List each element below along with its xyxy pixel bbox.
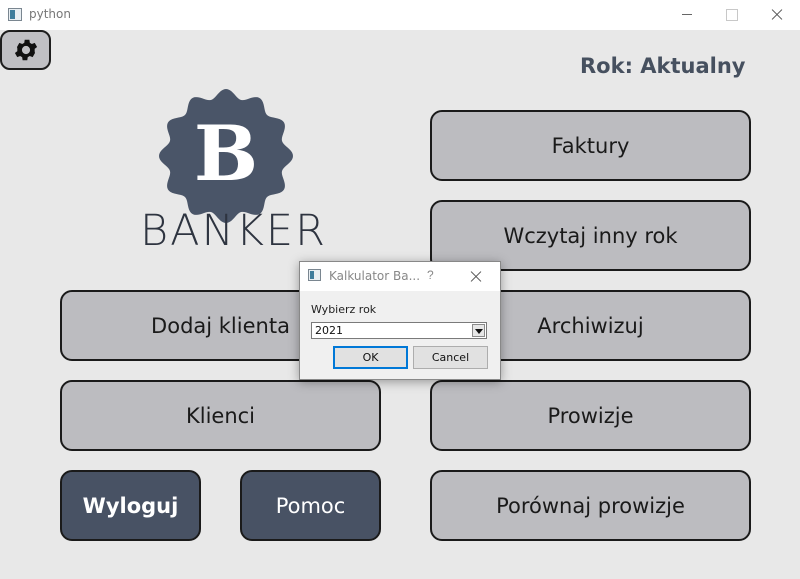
year-label: Rok: Aktualny bbox=[580, 54, 746, 78]
year-select-value: 2021 bbox=[315, 324, 343, 337]
dialog-label: Wybierz rok bbox=[311, 303, 377, 316]
logout-button[interactable]: Wyloguj bbox=[60, 470, 201, 541]
dialog-title: Kalkulator Ba... bbox=[329, 269, 421, 283]
maximize-button[interactable] bbox=[708, 0, 754, 30]
dialog-help-button[interactable]: ? bbox=[427, 268, 434, 282]
year-select-dialog: Kalkulator Ba... ? Wybierz rok 2021 OK C… bbox=[299, 261, 501, 380]
help-button[interactable]: Pomoc bbox=[240, 470, 381, 541]
window-app-icon bbox=[8, 8, 22, 21]
close-button[interactable] bbox=[754, 0, 800, 30]
commissions-button[interactable]: Prowizje bbox=[430, 380, 751, 451]
dialog-close-button[interactable] bbox=[468, 268, 484, 284]
logo-text: BANKER bbox=[140, 206, 327, 256]
window-title: python bbox=[29, 7, 71, 21]
banker-logo-badge: B bbox=[159, 89, 293, 223]
logo-letter: B bbox=[194, 109, 258, 198]
gear-icon bbox=[14, 39, 37, 61]
dialog-app-icon bbox=[308, 269, 321, 281]
settings-button[interactable] bbox=[0, 30, 51, 70]
clients-button[interactable]: Klienci bbox=[60, 380, 381, 451]
dialog-ok-button[interactable]: OK bbox=[333, 346, 408, 369]
faktury-button[interactable]: Faktury bbox=[430, 110, 751, 181]
dialog-cancel-button[interactable]: Cancel bbox=[413, 346, 488, 369]
minimize-button[interactable] bbox=[663, 0, 709, 30]
dropdown-arrow-icon[interactable] bbox=[472, 324, 485, 337]
compare-commissions-button[interactable]: Porównaj prowizje bbox=[430, 470, 751, 541]
window-titlebar: python bbox=[0, 0, 800, 30]
main-window: Rok: Aktualny B BANKER Faktury Wczytaj i… bbox=[0, 30, 800, 579]
year-select[interactable]: 2021 bbox=[311, 322, 487, 339]
dialog-titlebar: Kalkulator Ba... ? bbox=[300, 262, 500, 291]
